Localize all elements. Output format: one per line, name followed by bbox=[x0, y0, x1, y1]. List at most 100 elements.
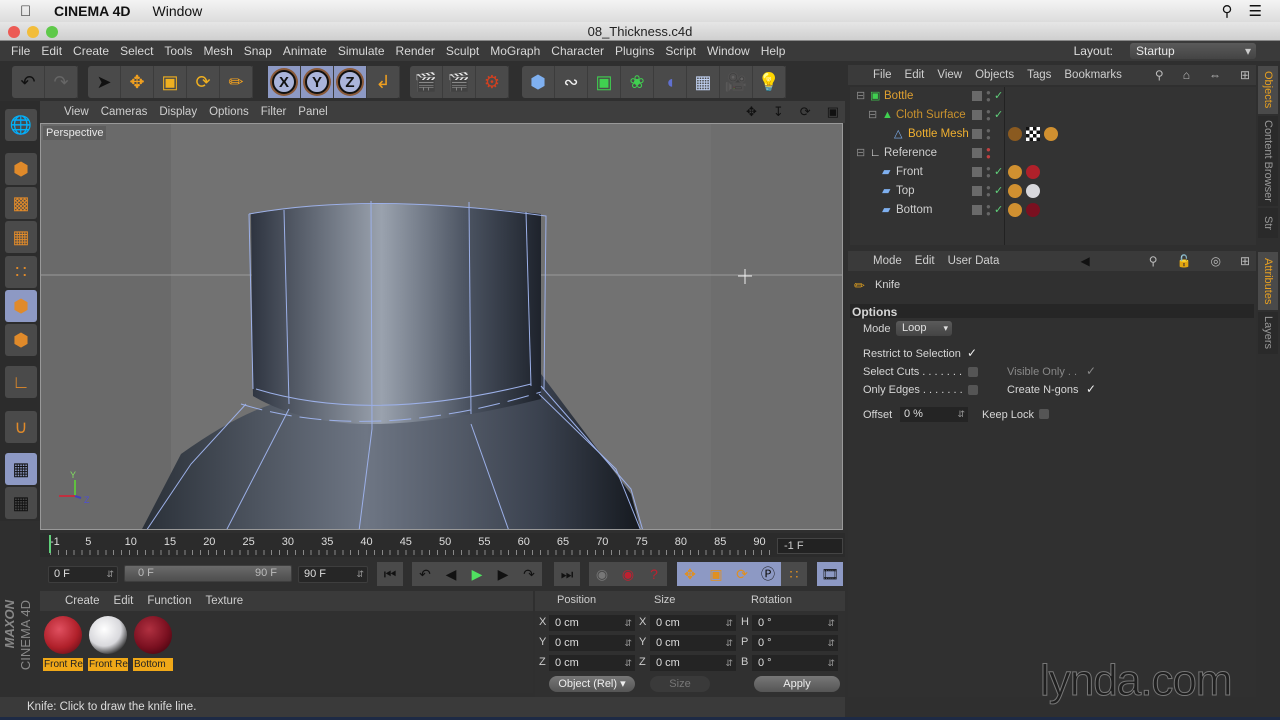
layer-icon[interactable] bbox=[972, 205, 982, 215]
minimize-window-button[interactable] bbox=[27, 26, 39, 38]
keep-lock-checkbox[interactable] bbox=[1039, 409, 1049, 419]
object-name[interactable]: Cloth Surface bbox=[896, 106, 966, 125]
start-frame-field[interactable]: 0 F ⇵ bbox=[48, 566, 118, 583]
close-window-button[interactable] bbox=[8, 26, 20, 38]
deformer-icon[interactable]: ◖ bbox=[654, 66, 687, 98]
menu-mesh[interactable]: Mesh bbox=[203, 44, 232, 58]
visibility-dots-icon[interactable]: ● ● bbox=[986, 184, 991, 199]
cloth-tag-icon[interactable] bbox=[1008, 127, 1022, 141]
attr-back-arrow-icon[interactable]: ◀ bbox=[1080, 254, 1089, 268]
position-z-field[interactable]: 0 cm ⇵ bbox=[549, 655, 635, 671]
object-name[interactable]: Front bbox=[896, 163, 923, 182]
position-y-field[interactable]: 0 cm ⇵ bbox=[549, 635, 635, 651]
phong-tag-icon[interactable] bbox=[1044, 127, 1058, 141]
object-home-icon[interactable]: ⌂ bbox=[1183, 68, 1190, 82]
offset-field[interactable]: 0 % ⇵ bbox=[900, 407, 968, 422]
viewport-menu-display[interactable]: Display bbox=[159, 106, 197, 118]
play-icon[interactable]: ▶ bbox=[464, 562, 490, 586]
points-mode-icon[interactable]: ∷ bbox=[5, 256, 37, 288]
attr-menu-edit[interactable]: Edit bbox=[915, 255, 935, 267]
tree-expander-icon[interactable]: ⊟ bbox=[856, 144, 865, 163]
enabled-check-icon[interactable]: ✓ bbox=[994, 182, 1003, 201]
object-row[interactable]: △ Bottle Mesh ● ● bbox=[850, 125, 1256, 144]
apply-button[interactable]: Apply bbox=[754, 676, 840, 692]
y-axis-icon[interactable]: Y bbox=[301, 66, 334, 98]
keyframe-selection-icon[interactable]: ? bbox=[641, 562, 667, 586]
object-row[interactable]: ▰ Front ● ● ✓ bbox=[850, 163, 1256, 182]
material-white-tag-icon[interactable] bbox=[1026, 184, 1040, 198]
viewport-pan-icon[interactable]: ✥ bbox=[746, 104, 757, 120]
menu-script[interactable]: Script bbox=[665, 44, 696, 58]
viewport-menu-filter[interactable]: Filter bbox=[261, 106, 287, 118]
menu-file[interactable]: File bbox=[11, 44, 30, 58]
model-mode-icon[interactable]: ⬢ bbox=[5, 153, 37, 185]
mode-dropdown[interactable]: Loop ▾ bbox=[896, 321, 952, 336]
previous-frame-icon[interactable]: ◀ bbox=[438, 562, 464, 586]
key-point-level-icon[interactable]: ∷ bbox=[781, 562, 807, 586]
objects-menu-bookmarks[interactable]: Bookmarks bbox=[1064, 69, 1122, 81]
camera-icon[interactable]: 🎥 bbox=[720, 66, 753, 98]
tab-content-browser[interactable]: Content Browser bbox=[1258, 116, 1278, 206]
texture-checker-tag-icon[interactable] bbox=[1026, 127, 1040, 141]
material-swatch[interactable]: Bottom bbox=[133, 615, 173, 671]
edges-mode-icon[interactable]: ⬢ bbox=[5, 290, 37, 322]
key-parameter-icon[interactable]: Ⓟ bbox=[755, 562, 781, 586]
object-row[interactable]: ⊟ ▲ Cloth Surface ● ● ✓ bbox=[850, 106, 1256, 125]
layout-dropdown[interactable]: Startup bbox=[1130, 43, 1256, 59]
attr-lock-icon[interactable]: 🔓 bbox=[1177, 254, 1192, 268]
new-attribute-manager-icon[interactable]: ⊞ bbox=[1240, 254, 1250, 268]
key-position-icon[interactable]: ✥ bbox=[677, 562, 703, 586]
spotlight-search-icon[interactable]: ⚲ bbox=[1222, 2, 1233, 20]
app-name-menu[interactable]: CINEMA 4D bbox=[54, 3, 131, 19]
menu-mograph[interactable]: MoGraph bbox=[490, 44, 540, 58]
object-row[interactable]: ⊟ ▣ Bottle ● ● ✓ bbox=[850, 87, 1256, 106]
menu-tools[interactable]: Tools bbox=[164, 44, 192, 58]
object-name[interactable]: Top bbox=[896, 182, 915, 201]
objects-menu-file[interactable]: File bbox=[873, 69, 892, 81]
viewport-menu-options[interactable]: Options bbox=[209, 106, 249, 118]
rotation-b-field[interactable]: 0 ° ⇵ bbox=[752, 655, 838, 671]
menu-create[interactable]: Create bbox=[73, 44, 109, 58]
mac-window-menu[interactable]: Window bbox=[153, 3, 203, 19]
light-icon[interactable]: 💡 bbox=[753, 66, 786, 98]
menu-edit[interactable]: Edit bbox=[41, 44, 62, 58]
visibility-dots-icon[interactable]: ● ● bbox=[986, 165, 991, 180]
polygons-mode-icon[interactable]: ⬢ bbox=[5, 324, 37, 356]
material-menu-create[interactable]: Create bbox=[65, 595, 100, 607]
size-mode-dropdown[interactable]: Size bbox=[650, 676, 710, 692]
redo-icon[interactable]: ↷ bbox=[45, 66, 78, 98]
next-frame-icon[interactable]: ▶ bbox=[490, 562, 516, 586]
rotation-p-field[interactable]: 0 ° ⇵ bbox=[752, 635, 838, 651]
visibility-dots-icon[interactable]: ● ● bbox=[986, 89, 991, 104]
apple-icon[interactable]:  bbox=[20, 3, 40, 20]
menu-window[interactable]: Window bbox=[707, 44, 750, 58]
undo-icon[interactable]: ↶ bbox=[12, 66, 45, 98]
attr-menu-mode[interactable]: Mode bbox=[873, 255, 902, 267]
render-picture-viewer-icon[interactable]: 🎬 bbox=[443, 66, 476, 98]
object-name[interactable]: Bottom bbox=[896, 201, 932, 220]
phong-tag-icon[interactable] bbox=[1008, 184, 1022, 198]
layer-icon[interactable] bbox=[972, 186, 982, 196]
visibility-dots-icon[interactable]: ● ● bbox=[986, 108, 991, 123]
size-z-field[interactable]: 0 cm ⇵ bbox=[650, 655, 736, 671]
menu-animate[interactable]: Animate bbox=[283, 44, 327, 58]
object-name[interactable]: Bottle Mesh bbox=[908, 125, 969, 144]
position-x-field[interactable]: 0 cm ⇵ bbox=[549, 615, 635, 631]
axis-mode-icon[interactable]: ∟ bbox=[5, 366, 37, 398]
phong-tag-icon[interactable] bbox=[1008, 165, 1022, 179]
tab-layers[interactable]: Layers bbox=[1258, 312, 1278, 354]
go-to-start-icon[interactable]: ⏮ bbox=[377, 562, 403, 586]
menu-snap[interactable]: Snap bbox=[244, 44, 272, 58]
object-row[interactable]: ⊟ ∟ Reference ● ● bbox=[850, 144, 1256, 163]
viewport-toggle-layout-icon[interactable]: ▣ bbox=[827, 104, 839, 120]
visibility-dots-icon[interactable]: ● ● bbox=[986, 127, 991, 142]
key-rotation-icon[interactable]: ⟳ bbox=[729, 562, 755, 586]
rotation-h-field[interactable]: 0 ° ⇵ bbox=[752, 615, 838, 631]
move-icon[interactable]: ✥ bbox=[121, 66, 154, 98]
tree-expander-icon[interactable]: ⊟ bbox=[868, 106, 877, 125]
x-axis-icon[interactable]: X bbox=[268, 66, 301, 98]
menu-render[interactable]: Render bbox=[396, 44, 435, 58]
objects-menu-tags[interactable]: Tags bbox=[1027, 69, 1051, 81]
object-row[interactable]: ▰ Top ● ● ✓ bbox=[850, 182, 1256, 201]
select-arrow-icon[interactable]: ➤ bbox=[88, 66, 121, 98]
